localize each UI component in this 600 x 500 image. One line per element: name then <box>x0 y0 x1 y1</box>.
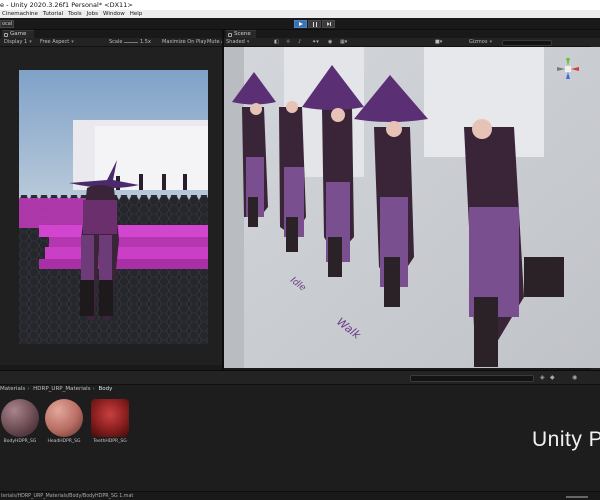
tab-scene[interactable]: Scene <box>226 30 256 38</box>
tab-game-label: Game <box>10 31 27 37</box>
breadcrumb-item-body[interactable]: Body <box>99 386 113 392</box>
asset-head-material[interactable]: HeadHDPR_SG <box>44 399 84 444</box>
game-tab-row: Game <box>0 30 222 38</box>
maximize-on-play-toggle[interactable]: Maximize On Play <box>162 38 206 47</box>
asset-label: HeadHDPR_SG <box>47 439 81 444</box>
menu-item-window[interactable]: Window <box>103 10 125 18</box>
menu-item-tutorial[interactable]: Tutorial <box>43 10 63 18</box>
scene-icon <box>228 32 232 37</box>
scene-tab-row: Scene <box>224 30 600 38</box>
2d-toggle[interactable]: ◧ <box>274 38 279 47</box>
pause-icon <box>312 21 317 27</box>
scene-view[interactable]: Idle Walk <box>224 47 600 368</box>
menu-item-jobs[interactable]: Jobs <box>87 10 98 18</box>
scene-render: Idle Walk <box>224 47 600 368</box>
breadcrumb-item-materials[interactable]: Materials <box>0 386 25 392</box>
asset-body-material[interactable]: BodyHDPR_SG <box>0 399 40 444</box>
pivot-local-toggle[interactable]: ocal <box>0 20 14 28</box>
material-preview <box>91 399 129 437</box>
project-panel: ◈ ◆ ◉ Materials › HDRP_URP_Materials › Bod… <box>0 370 600 500</box>
main-toolbar: ocal <box>0 18 600 30</box>
material-preview <box>1 399 39 437</box>
step-icon <box>326 22 331 26</box>
asset-label: BodyHDPR_SG <box>3 439 37 444</box>
hidden-packages-icon[interactable]: ◉ <box>572 374 577 381</box>
menu-bar: Cinemachine Tutorial Tools Jobs Window H… <box>0 10 600 18</box>
play-button[interactable] <box>294 20 307 28</box>
material-preview <box>45 399 83 437</box>
scene-toolbar: Shaded ◧ ☼ ♪ ✦▾ ◉ ▦▾ ■▾ Gizmos <box>224 38 591 47</box>
scale-label: Scale <box>109 39 123 45</box>
breadcrumb: Materials › HDRP_URP_Materials › Body <box>0 386 113 392</box>
filter-by-type-icon[interactable]: ◈ <box>540 374 545 381</box>
game-icon <box>4 32 8 37</box>
grid-toggle-icon[interactable]: ▦▾ <box>340 38 347 47</box>
menu-item-help[interactable]: Help <box>130 10 143 18</box>
window-title: e - Unity 2020.3.26f1 Personal* <DX11> <box>0 1 133 9</box>
tab-game[interactable]: Game <box>2 30 34 38</box>
menu-item-cinemachine[interactable]: Cinemachine <box>2 10 38 18</box>
display-dropdown[interactable]: Display 1 <box>4 38 32 47</box>
play-controls <box>294 20 335 28</box>
aspect-dropdown[interactable]: Free Aspect <box>40 38 74 47</box>
shading-mode-dropdown[interactable]: Shaded <box>226 38 249 47</box>
project-toolbar: ◈ ◆ ◉ <box>0 371 600 385</box>
camera-settings-icon[interactable]: ■▾ <box>435 38 442 47</box>
lighting-toggle-icon[interactable]: ☼ <box>286 38 290 47</box>
game-toolbar: Display 1 Free Aspect Scale 1.5x Maximiz… <box>0 38 225 47</box>
scale-value: 1.5x <box>140 39 151 45</box>
game-view[interactable] <box>19 70 208 344</box>
play-icon <box>298 22 303 26</box>
asset-path-text: terials/HDRP_URP_Materials/Body/BodyHDPR… <box>1 494 134 499</box>
step-button[interactable] <box>322 20 335 28</box>
selected-asset-path: terials/HDRP_URP_Materials/Body/BodyHDPR… <box>0 491 600 500</box>
game-render <box>19 70 208 344</box>
scene-search-input[interactable] <box>502 39 552 46</box>
tab-scene-label: Scene <box>234 31 251 37</box>
hidden-objects-icon[interactable]: ◉ <box>328 38 332 47</box>
breadcrumb-item-hdrp-urp-materials[interactable]: HDRP_URP_Materials <box>33 386 90 392</box>
asset-teeth-material[interactable]: TeethHDPR_SG <box>90 399 130 444</box>
filter-by-label-icon[interactable]: ◆ <box>550 374 555 381</box>
scale-slider[interactable] <box>124 42 138 43</box>
project-search-input[interactable] <box>410 375 534 382</box>
effects-dropdown-icon[interactable]: ✦▾ <box>312 38 319 47</box>
unity-watermark: Unity P <box>532 428 600 451</box>
asset-label: TeethHDPR_SG <box>93 439 127 444</box>
audio-toggle-icon[interactable]: ♪ <box>298 38 301 47</box>
gizmos-dropdown[interactable]: Gizmos <box>469 38 492 47</box>
window-title-bar: e - Unity 2020.3.26f1 Personal* <DX11> <box>0 0 600 10</box>
pause-button[interactable] <box>308 20 321 28</box>
menu-item-tools[interactable]: Tools <box>68 10 82 18</box>
thumbnail-size-slider[interactable] <box>566 496 588 498</box>
